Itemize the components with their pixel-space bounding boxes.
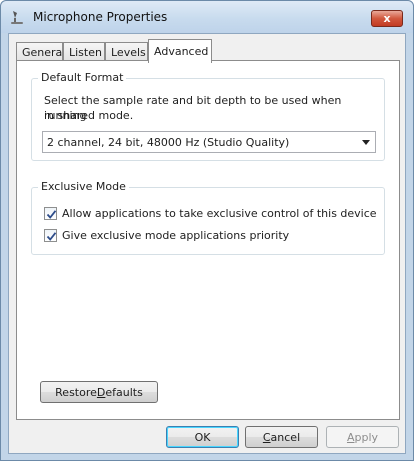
advanced-tab-panel: Default Format Select the sample rate an… xyxy=(16,60,400,420)
tab-general[interactable]: General xyxy=(16,42,66,62)
button-accelerator: C xyxy=(262,430,271,444)
sample-rate-value: 2 channel, 24 bit, 48000 Hz (Studio Qual… xyxy=(47,135,290,149)
properties-window: Microphone Properties x General Listen L… xyxy=(0,0,414,461)
button-label-part: Restore xyxy=(55,385,97,399)
window-title: Microphone Properties xyxy=(33,10,168,24)
button-accelerator: A xyxy=(346,430,355,444)
tab-label: Listen xyxy=(69,46,102,59)
dialog-client: General Listen Levels Advanced Default F… xyxy=(8,33,406,454)
cancel-button[interactable]: Cancel xyxy=(245,426,318,448)
allow-exclusive-control-checkbox[interactable]: Allow applications to take exclusive con… xyxy=(44,207,377,220)
checkbox-box[interactable] xyxy=(44,207,57,220)
tab-label: General xyxy=(22,46,66,59)
checkbox-label: Allow applications to take exclusive con… xyxy=(62,207,377,220)
chevron-down-icon xyxy=(362,140,370,145)
microphone-icon xyxy=(9,8,27,26)
tab-label: Advanced xyxy=(154,45,209,58)
checkbox-box[interactable] xyxy=(44,229,57,242)
restore-defaults-button[interactable]: Restore Defaults xyxy=(40,381,158,403)
default-format-group: Default Format Select the sample rate an… xyxy=(31,71,385,161)
title-bar[interactable]: Microphone Properties x xyxy=(1,1,413,33)
exclusive-mode-legend: Exclusive Mode xyxy=(38,180,129,193)
checkbox-label: Give exclusive mode applications priorit… xyxy=(62,229,290,242)
tab-label: Levels xyxy=(111,46,146,59)
tab-advanced[interactable]: Advanced xyxy=(148,39,212,63)
default-format-description-line-2: in shared mode. xyxy=(44,109,134,122)
tab-levels[interactable]: Levels xyxy=(105,42,148,62)
exclusive-priority-checkbox[interactable]: Give exclusive mode applications priorit… xyxy=(44,229,289,242)
close-button[interactable]: x xyxy=(371,10,403,27)
tab-listen[interactable]: Listen xyxy=(63,42,105,62)
exclusive-mode-group: Exclusive Mode Allow applications to tak… xyxy=(31,180,385,255)
sample-rate-dropdown[interactable]: 2 channel, 24 bit, 48000 Hz (Studio Qual… xyxy=(42,131,376,153)
close-icon: x xyxy=(383,12,391,25)
button-label-part: pply xyxy=(354,430,379,444)
button-accelerator: D xyxy=(96,385,106,399)
checkmark-icon xyxy=(46,232,57,241)
apply-button[interactable]: Apply xyxy=(326,426,399,448)
checkmark-icon xyxy=(46,210,57,219)
button-label: OK xyxy=(194,430,211,444)
button-label-part: efaults xyxy=(105,385,143,399)
button-label-part: ancel xyxy=(270,430,301,444)
ok-button[interactable]: OK xyxy=(166,426,239,448)
default-format-legend: Default Format xyxy=(38,71,127,84)
